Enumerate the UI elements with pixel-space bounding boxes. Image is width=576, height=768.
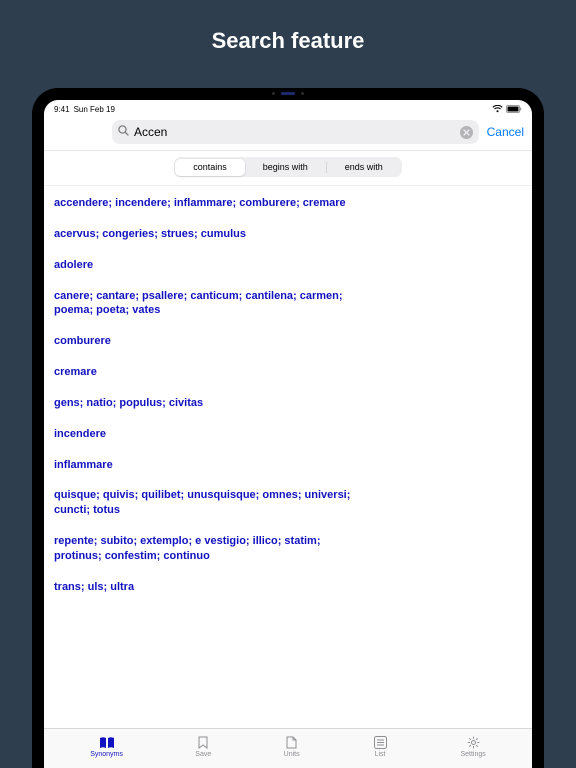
list-item[interactable]: acervus; congeries; strues; cumulus: [44, 219, 364, 250]
list-item[interactable]: accendere; incendere; inflammare; combur…: [44, 188, 364, 219]
search-query-text: Accen: [134, 125, 455, 139]
tab-list[interactable]: List: [372, 735, 388, 758]
status-date: Sun Feb 19: [74, 105, 115, 114]
segment-begins-with[interactable]: begins with: [245, 159, 326, 176]
tab-label: Units: [284, 751, 300, 758]
list-item[interactable]: repente; subito; extemplo; e vestigio; i…: [44, 526, 364, 572]
tab-save[interactable]: Save: [195, 735, 211, 758]
list-item[interactable]: canere; cantare; psallere; canticum; can…: [44, 281, 364, 327]
status-bar: 9:41 Sun Feb 19: [44, 100, 532, 116]
tab-bar: Synonyms Save Units List: [44, 728, 532, 768]
status-time: 9:41: [54, 105, 70, 114]
tablet-notch: [272, 92, 304, 95]
bookmark-icon: [195, 735, 211, 749]
list-item[interactable]: comburere: [44, 326, 364, 357]
list-item[interactable]: cremare: [44, 357, 364, 388]
list-item[interactable]: gens; natio; populus; civitas: [44, 388, 364, 419]
tablet-screen: 9:41 Sun Feb 19 Accen: [44, 100, 532, 768]
battery-icon: [506, 105, 522, 115]
list-icon: [372, 735, 388, 749]
list-item[interactable]: adolere: [44, 250, 364, 281]
tab-label: Settings: [460, 751, 485, 758]
list-item[interactable]: quisque; quivis; quilibet; unusquisque; …: [44, 480, 364, 526]
document-icon: [284, 735, 300, 749]
segmented-control: contains begins with ends with: [174, 157, 403, 177]
search-row: Accen Cancel: [44, 116, 532, 151]
results-list[interactable]: accendere; incendere; inflammare; combur…: [44, 186, 532, 728]
segment-contains[interactable]: contains: [175, 159, 245, 176]
tab-units[interactable]: Units: [284, 735, 300, 758]
tab-synonyms[interactable]: Synonyms: [90, 735, 123, 758]
page-title: Search feature: [0, 0, 576, 54]
tablet-frame: 9:41 Sun Feb 19 Accen: [32, 88, 544, 768]
tab-label: List: [375, 751, 386, 758]
book-icon: [99, 735, 115, 749]
segmented-control-wrap: contains begins with ends with: [44, 151, 532, 186]
tab-label: Synonyms: [90, 751, 123, 758]
list-item[interactable]: inflammare: [44, 450, 364, 481]
search-icon: [118, 125, 129, 139]
cancel-button[interactable]: Cancel: [487, 125, 524, 139]
list-item[interactable]: incendere: [44, 419, 364, 450]
gear-icon: [465, 735, 481, 749]
clear-search-button[interactable]: [460, 126, 473, 139]
segment-ends-with[interactable]: ends with: [327, 159, 401, 176]
tab-settings[interactable]: Settings: [460, 735, 485, 758]
tab-label: Save: [195, 751, 211, 758]
list-item[interactable]: trans; uls; ultra: [44, 572, 364, 603]
search-input[interactable]: Accen: [112, 120, 479, 144]
wifi-icon: [492, 105, 503, 115]
